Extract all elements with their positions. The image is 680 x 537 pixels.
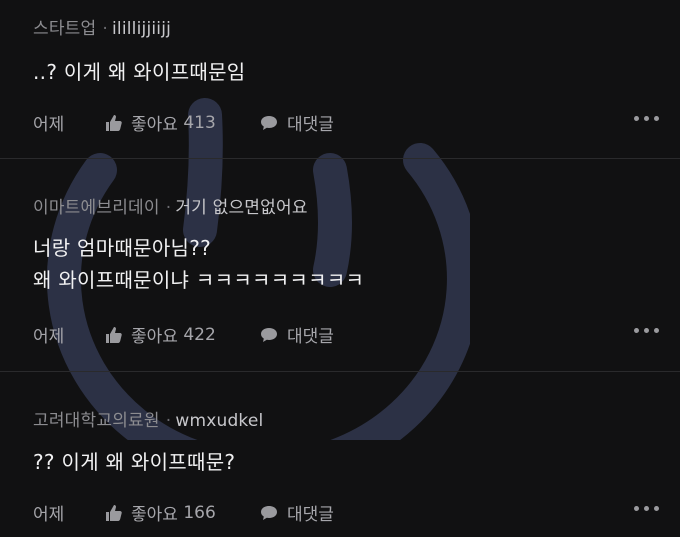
like-label: 좋아요 [131,505,178,525]
like-label: 좋아요 [131,327,178,347]
comment-time: 어제 [33,505,65,525]
divider [0,371,680,372]
like-button[interactable]: 좋아요 422 [105,322,216,347]
comment-meta: 스타트업 · ilillijjiijj [33,19,172,39]
comment-meta: 고려대학교의료원 · wmxudkel [33,411,264,431]
comment-time: 어제 [33,115,65,135]
more-dots-icon[interactable] [634,116,659,121]
author-name[interactable]: 고려대학교의료원 [33,411,160,431]
speech-bubble-icon [261,505,277,520]
like-count: 166 [183,502,216,523]
comment-actions: 어제 좋아요 413 대댓글 [33,110,663,135]
reply-button[interactable]: 대댓글 [259,500,334,525]
comment-meta: 이마트에브리데이 · 거기 없으면없어요 [33,198,308,218]
speech-bubble-icon [261,327,277,342]
thumbs-up-icon [106,504,122,521]
more-dots-icon[interactable] [634,328,659,333]
reply-to[interactable]: 거기 없으면없어요 [175,198,307,218]
like-button[interactable]: 좋아요 413 [105,110,216,135]
divider [0,158,680,159]
reply-button[interactable]: 대댓글 [259,322,334,347]
comment-line: 너랑 엄마때문아님?? [33,236,212,260]
reply-label: 대댓글 [287,115,334,135]
thumbs-up-icon [106,114,122,131]
like-count: 422 [183,324,216,345]
reply-to[interactable]: ilillijjiijj [112,19,171,39]
comment-line: ..? 이게 왜 와이프때문임 [33,60,246,84]
like-count: 413 [183,112,216,133]
more-dots-icon[interactable] [634,506,659,511]
like-button[interactable]: 좋아요 166 [105,500,216,525]
author-name[interactable]: 스타트업 [33,19,96,39]
comment-text: 너랑 엄마때문아님?? 왜 와이프때문이냐 ㅋㅋㅋㅋㅋㅋㅋㅋㅋ [33,232,364,296]
comment-text: ..? 이게 왜 와이프때문임 [33,56,246,88]
author-name[interactable]: 이마트에브리데이 [33,198,160,218]
comment-line: ?? 이게 왜 와이프때문? [33,450,236,474]
like-label: 좋아요 [131,115,178,135]
reply-label: 대댓글 [287,327,334,347]
comment-actions: 어제 좋아요 166 대댓글 [33,500,663,525]
comment-line: 왜 와이프때문이냐 ㅋㅋㅋㅋㅋㅋㅋㅋㅋ [33,268,365,292]
reply-button[interactable]: 대댓글 [259,110,334,135]
comment-time: 어제 [33,327,65,347]
comment-actions: 어제 좋아요 422 대댓글 [33,322,663,347]
reply-label: 대댓글 [287,505,334,525]
comment-text: ?? 이게 왜 와이프때문? [33,446,235,478]
speech-bubble-icon [261,115,277,130]
reply-to[interactable]: wmxudkel [175,411,263,431]
thumbs-up-icon [106,326,122,343]
